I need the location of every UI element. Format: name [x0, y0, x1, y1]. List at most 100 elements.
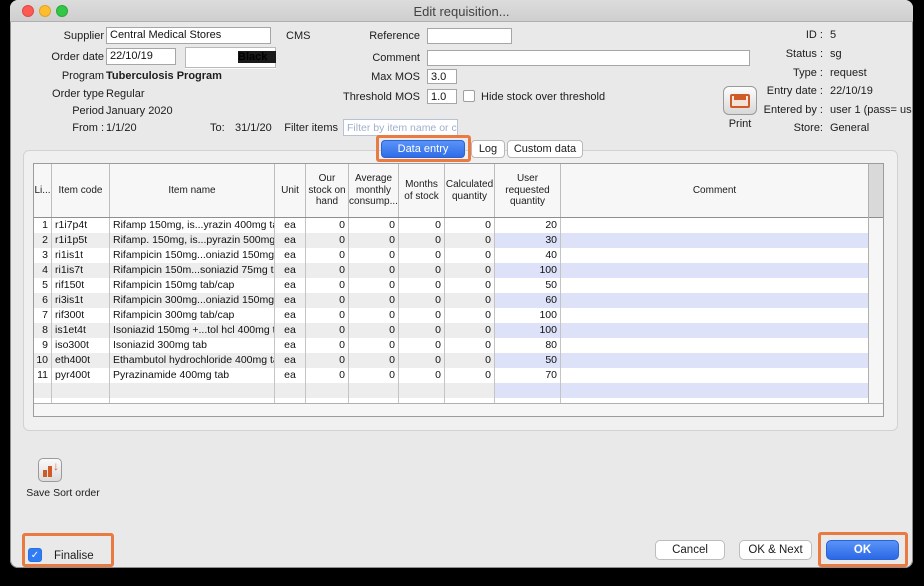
cell-unit[interactable]: ea — [275, 353, 306, 368]
cell-calc[interactable]: 0 — [445, 368, 495, 383]
cell-requested[interactable]: 100 — [495, 323, 561, 338]
horizontal-scrollbar[interactable] — [34, 403, 883, 416]
cell-line[interactable]: 2 — [34, 233, 52, 248]
cell-code[interactable]: eth400t — [52, 353, 110, 368]
hide-stock-checkbox[interactable] — [463, 90, 475, 102]
cell-comment[interactable] — [561, 323, 868, 338]
cell-amc[interactable]: 0 — [349, 218, 399, 233]
header-item-name[interactable]: Item name — [110, 164, 275, 217]
cell-comment[interactable] — [561, 368, 868, 383]
cell-name[interactable]: Isoniazid 300mg tab — [110, 338, 275, 353]
cell-stock[interactable]: 0 — [306, 278, 349, 293]
cell-name[interactable]: Rifampicin 300mg...oniazid 150mg tab — [110, 293, 275, 308]
cell-months[interactable]: 0 — [399, 263, 445, 278]
threshold-mos-input[interactable]: 1.0 — [427, 89, 457, 104]
cell-name[interactable]: Rifampicin 300mg tab/cap — [110, 308, 275, 323]
table-row[interactable]: 6ri3is1tRifampicin 300mg...oniazid 150mg… — [34, 293, 868, 308]
cell-line[interactable]: 4 — [34, 263, 52, 278]
tab-custom-data[interactable]: Custom data — [507, 140, 583, 158]
cell-code[interactable]: rif300t — [52, 308, 110, 323]
cell-name[interactable]: Ethambutol hydrochloride 400mg tab — [110, 353, 275, 368]
header-our-stock[interactable]: Our stock on hand — [306, 164, 349, 217]
supplier-input[interactable]: Central Medical Stores — [106, 27, 271, 44]
cell-stock[interactable]: 0 — [306, 338, 349, 353]
ok-and-next-button[interactable]: OK & Next — [739, 540, 812, 560]
cell-unit[interactable]: ea — [275, 308, 306, 323]
cell-unit[interactable]: ea — [275, 323, 306, 338]
color-picker[interactable]: Black — [185, 47, 276, 68]
cell-code[interactable]: is1et4t — [52, 323, 110, 338]
header-calculated-quantity[interactable]: Calculated quantity — [445, 164, 495, 217]
cell-amc[interactable]: 0 — [349, 323, 399, 338]
cell-amc[interactable]: 0 — [349, 338, 399, 353]
cell-stock[interactable]: 0 — [306, 353, 349, 368]
cell-unit[interactable]: ea — [275, 293, 306, 308]
cell-months[interactable]: 0 — [399, 248, 445, 263]
cell-months[interactable]: 0 — [399, 368, 445, 383]
cell-code[interactable]: pyr400t — [52, 368, 110, 383]
table-row[interactable]: 11pyr400tPyrazinamide 400mg tabea000070 — [34, 368, 868, 383]
cell-comment[interactable] — [561, 338, 868, 353]
cell-unit[interactable]: ea — [275, 278, 306, 293]
cell-amc[interactable]: 0 — [349, 263, 399, 278]
tab-data-entry[interactable]: Data entry — [381, 140, 465, 158]
cell-name[interactable]: Pyrazinamide 400mg tab — [110, 368, 275, 383]
table-row[interactable]: 7rif300tRifampicin 300mg tab/capea000010… — [34, 308, 868, 323]
cell-requested[interactable]: 100 — [495, 263, 561, 278]
cell-calc[interactable]: 0 — [445, 218, 495, 233]
header-user-requested-quantity[interactable]: User requested quantity — [495, 164, 561, 217]
header-months-of-stock[interactable]: Months of stock — [399, 164, 445, 217]
cell-stock[interactable]: 0 — [306, 263, 349, 278]
cell-requested[interactable]: 70 — [495, 368, 561, 383]
cell-months[interactable]: 0 — [399, 308, 445, 323]
cell-line[interactable]: 11 — [34, 368, 52, 383]
cell-amc[interactable]: 0 — [349, 233, 399, 248]
cell-calc[interactable]: 0 — [445, 248, 495, 263]
cell-name[interactable]: Rifamp. 150mg, is...pyrazin 500mg tab — [110, 233, 275, 248]
cell-name[interactable]: Rifampicin 150mg tab/cap — [110, 278, 275, 293]
cell-amc[interactable]: 0 — [349, 248, 399, 263]
cell-requested[interactable]: 50 — [495, 278, 561, 293]
cell-unit[interactable]: ea — [275, 233, 306, 248]
table-row[interactable]: 10eth400tEthambutol hydrochloride 400mg … — [34, 353, 868, 368]
cell-calc[interactable]: 0 — [445, 263, 495, 278]
cell-months[interactable]: 0 — [399, 218, 445, 233]
table-row[interactable]: 3ri1is1tRifampicin 150mg...oniazid 150mg… — [34, 248, 868, 263]
cell-unit[interactable]: ea — [275, 338, 306, 353]
cell-code[interactable]: ri1is7t — [52, 263, 110, 278]
cell-requested[interactable]: 60 — [495, 293, 561, 308]
cell-code[interactable]: rif150t — [52, 278, 110, 293]
table-row[interactable]: 5rif150tRifampicin 150mg tab/capea000050 — [34, 278, 868, 293]
cell-calc[interactable]: 0 — [445, 338, 495, 353]
cell-requested[interactable]: 30 — [495, 233, 561, 248]
save-sort-order-button[interactable]: ↓ — [38, 458, 62, 482]
cell-calc[interactable]: 0 — [445, 308, 495, 323]
max-mos-input[interactable]: 3.0 — [427, 69, 457, 84]
vertical-scrollbar-track[interactable] — [869, 218, 883, 403]
cell-calc[interactable]: 0 — [445, 293, 495, 308]
cell-stock[interactable]: 0 — [306, 308, 349, 323]
finalise-checkbox[interactable]: ✓ — [28, 548, 42, 562]
table-row[interactable]: 2r1i1p5tRifamp. 150mg, is...pyrazin 500m… — [34, 233, 868, 248]
cell-calc[interactable]: 0 — [445, 278, 495, 293]
order-date-input[interactable]: 22/10/19 — [106, 48, 176, 65]
cell-code[interactable]: ri3is1t — [52, 293, 110, 308]
print-button[interactable] — [723, 86, 757, 115]
cell-name[interactable]: Rifampicin 150m...soniazid 75mg tab — [110, 263, 275, 278]
cell-unit[interactable]: ea — [275, 263, 306, 278]
reference-input[interactable] — [427, 28, 512, 44]
cell-line[interactable]: 6 — [34, 293, 52, 308]
cell-name[interactable]: Rifampicin 150mg...oniazid 150mg tab — [110, 248, 275, 263]
cell-unit[interactable]: ea — [275, 248, 306, 263]
cell-code[interactable]: r1i1p5t — [52, 233, 110, 248]
cell-stock[interactable]: 0 — [306, 233, 349, 248]
header-comment[interactable]: Comment — [561, 164, 868, 217]
cell-amc[interactable]: 0 — [349, 293, 399, 308]
cell-calc[interactable]: 0 — [445, 323, 495, 338]
cell-requested[interactable]: 50 — [495, 353, 561, 368]
cell-comment[interactable] — [561, 353, 868, 368]
cell-stock[interactable]: 0 — [306, 218, 349, 233]
header-item-code[interactable]: Item code — [52, 164, 110, 217]
vertical-scrollbar[interactable] — [868, 164, 883, 403]
header-avg-monthly-consumption[interactable]: Average monthly consump... — [349, 164, 399, 217]
